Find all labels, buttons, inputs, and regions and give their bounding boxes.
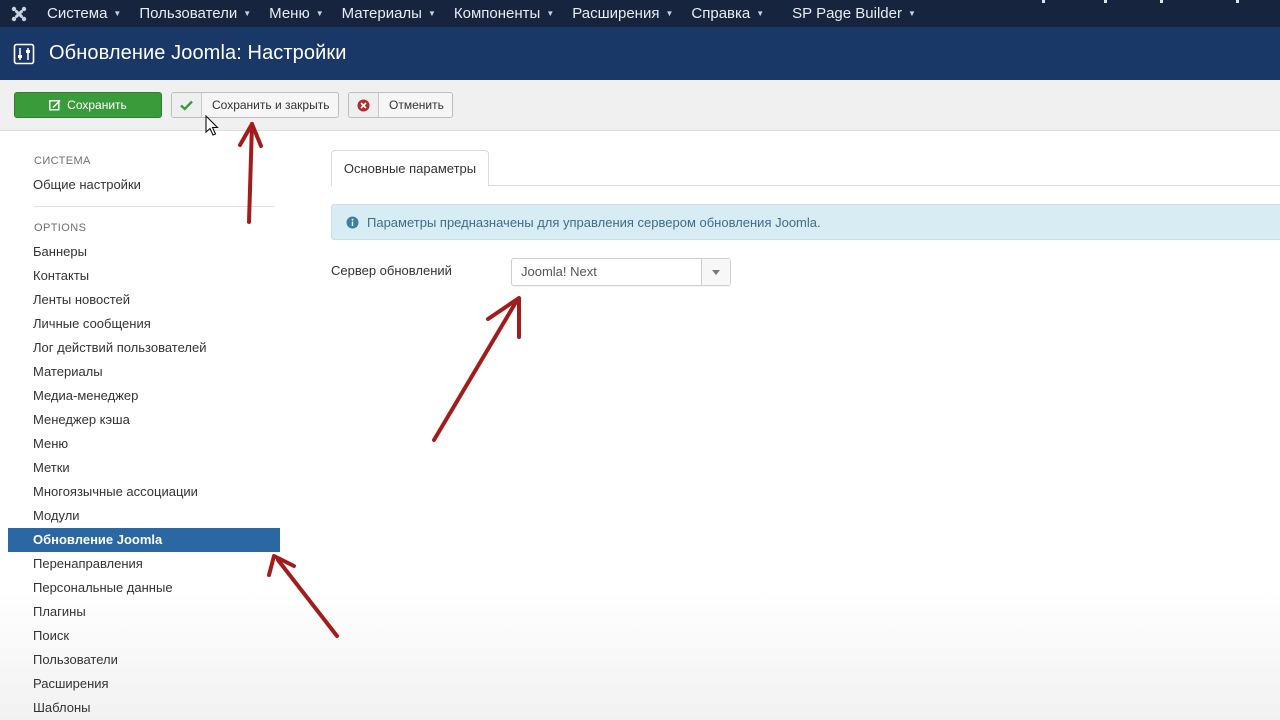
sidebar-item-joomla-update[interactable]: Обновление Joomla: [8, 528, 280, 552]
save-and-close-label: Сохранить и закрыть: [212, 98, 330, 112]
nav-menu-extensions[interactable]: Расширения ▼: [563, 5, 682, 22]
sidebar-item-plugins[interactable]: Плагины: [8, 600, 280, 624]
sidebar-item-users[interactable]: Пользователи: [8, 648, 280, 672]
tab-basic-options[interactable]: Основные параметры: [331, 150, 489, 186]
sidebar-item-tags[interactable]: Метки: [8, 456, 280, 480]
tab-underline: [489, 185, 1280, 186]
page-title: Обновление Joomla: Настройки: [49, 42, 347, 64]
nav-menu-content[interactable]: Материалы ▼: [333, 5, 445, 22]
caret-down-icon: ▼: [243, 9, 252, 18]
save-button-label: Сохранить: [67, 98, 127, 112]
caret-down-icon: ▼: [665, 9, 674, 18]
info-icon: [346, 216, 359, 228]
top-navbar: Система ▼ Пользователи ▼ Меню ▼ Материалы ▼ …: [0, 0, 1280, 27]
caret-down-icon[interactable]: [701, 259, 730, 285]
sidebar-item-templates[interactable]: Шаблоны: [8, 696, 280, 720]
nav-menu-label: Меню: [269, 5, 310, 22]
caret-down-icon: ▼: [113, 9, 122, 18]
nav-menu-label: Компоненты: [453, 5, 541, 22]
cancel-button[interactable]: Отменить: [348, 92, 453, 118]
nav-menu-help[interactable]: Справка ▼: [682, 5, 773, 22]
update-server-select[interactable]: Joomla! Next: [511, 258, 731, 286]
sidebar-section-options: OPTIONS: [34, 222, 87, 234]
nav-menu-sp-page-builder[interactable]: SP Page Builder ▼: [783, 5, 925, 22]
sidebar-section-system: СИСТЕМА: [34, 155, 91, 167]
caret-down-icon: ▼: [546, 9, 555, 18]
nav-menu-label: Справка: [691, 5, 751, 22]
sidebar-item-global-config[interactable]: Общие настройки: [8, 173, 280, 197]
nav-menu-label: Система: [47, 5, 108, 22]
sidebar-item-extensions[interactable]: Расширения: [8, 672, 280, 696]
sidebar-item-redirects[interactable]: Перенаправления: [8, 552, 280, 576]
sidebar-item-messages[interactable]: Личные сообщения: [8, 312, 280, 336]
edit-icon: [49, 100, 61, 111]
update-server-label: Сервер обновлений: [331, 263, 452, 278]
sidebar-item-cache[interactable]: Менеджер кэша: [8, 408, 280, 432]
alert-text: Параметры предназначены для управления с…: [367, 214, 821, 230]
sidebar-item-newsfeeds[interactable]: Ленты новостей: [8, 288, 280, 312]
save-button[interactable]: Сохранить: [14, 92, 162, 118]
save-and-close-button[interactable]: Сохранить и закрыть: [171, 92, 339, 118]
sidebar-item-privacy[interactable]: Персональные данные: [8, 576, 280, 600]
sidebar-item-banners[interactable]: Баннеры: [8, 240, 280, 264]
check-icon: [172, 93, 202, 117]
nav-menu-components[interactable]: Компоненты ▼: [445, 5, 563, 22]
page-header: Обновление Joomla: Настройки: [0, 27, 1280, 80]
sidebar-item-menus[interactable]: Меню: [8, 432, 280, 456]
annotation-arrow-select: [432, 296, 521, 442]
nav-menu-menus[interactable]: Меню ▼: [260, 5, 332, 22]
nav-menu-system[interactable]: Система ▼: [38, 5, 130, 22]
toolbar: Сохранить Сохранить и закрыть Отменить: [0, 80, 1280, 131]
info-alert: Параметры предназначены для управления с…: [331, 204, 1280, 240]
settings-sliders-icon: [13, 43, 35, 64]
nav-menu-label: Материалы: [341, 5, 422, 22]
nav-menu-label: SP Page Builder: [792, 5, 902, 22]
navbar-right-icons: [1042, 0, 1239, 3]
caret-down-icon: ▼: [315, 9, 324, 18]
sidebar-item-search[interactable]: Поиск: [8, 624, 280, 648]
mouse-cursor-icon: [205, 115, 219, 136]
sidebar-item-articles[interactable]: Материалы: [8, 360, 280, 384]
sidebar-item-modules[interactable]: Модули: [8, 504, 280, 528]
sidebar-item-action-logs[interactable]: Лог действий пользователей: [8, 336, 280, 360]
caret-down-icon: ▼: [427, 9, 436, 18]
sidebar-item-media[interactable]: Медиа-менеджер: [8, 384, 280, 408]
sidebar-divider: [34, 206, 274, 207]
update-server-value: Joomla! Next: [521, 264, 597, 279]
caret-down-icon: ▼: [756, 9, 765, 18]
cancel-label: Отменить: [389, 98, 444, 112]
nav-menu-users[interactable]: Пользователи ▼: [130, 5, 260, 22]
nav-menu-label: Пользователи: [139, 5, 238, 22]
cancel-circle-icon: [349, 93, 379, 117]
sidebar-item-contacts[interactable]: Контакты: [8, 264, 280, 288]
nav-menu-label: Расширения: [572, 5, 660, 22]
sidebar-item-associations[interactable]: Многоязычные ассоциации: [8, 480, 280, 504]
joomla-logo-icon[interactable]: [0, 0, 38, 27]
caret-down-icon: ▼: [907, 9, 916, 18]
